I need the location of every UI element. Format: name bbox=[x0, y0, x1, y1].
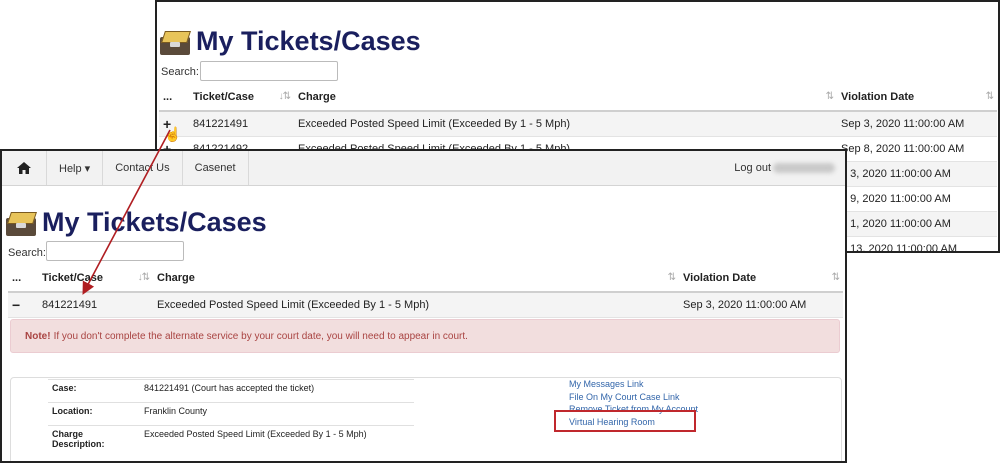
page-title: My Tickets/Cases bbox=[196, 26, 421, 56]
violation-date: Sep 3, 2020 11:00:00 AM bbox=[679, 292, 843, 318]
violation-date: p 9, 2020 11:00:00 AM bbox=[837, 186, 997, 212]
violation-date: Sep 3, 2020 11:00:00 AM bbox=[837, 111, 997, 137]
page-title-row: My Tickets/Cases bbox=[6, 207, 267, 238]
top-navbar: Help ▾ Contact Us Casenet Log out bbox=[2, 151, 845, 186]
ticket-case: 841221491 bbox=[189, 111, 294, 137]
file-box-icon bbox=[160, 29, 192, 55]
search-label: Search: bbox=[8, 247, 46, 259]
col-violation-date[interactable]: Violation Date ⇅ bbox=[837, 84, 997, 112]
ticket-case: 841221491 bbox=[38, 292, 153, 318]
violation-date: g 3, 2020 11:00:00 AM bbox=[837, 161, 997, 187]
search-input[interactable] bbox=[200, 61, 338, 81]
contact-us-link[interactable]: Contact Us bbox=[103, 151, 183, 185]
table-row: + 841221491 Exceeded Posted Speed Limit … bbox=[159, 111, 997, 137]
my-messages-link[interactable]: My Messages Link bbox=[569, 378, 698, 391]
col-charge[interactable]: Charge ⇅ bbox=[153, 265, 679, 293]
col-charge[interactable]: Charge ⇅ bbox=[294, 84, 837, 112]
home-icon bbox=[17, 162, 31, 174]
foreground-window: Help ▾ Contact Us Casenet Log out My Tic… bbox=[0, 149, 847, 463]
casenet-link[interactable]: Casenet bbox=[183, 151, 249, 185]
logout-link[interactable]: Log out bbox=[734, 162, 771, 174]
col-expand: ... bbox=[8, 265, 38, 293]
detail-label: Location: bbox=[48, 402, 140, 426]
detail-value: Exceeded Posted Speed Limit (Exceeded By… bbox=[140, 425, 414, 452]
col-violation-date[interactable]: Violation Date ⇅ bbox=[679, 265, 843, 293]
collapse-toggle-icon[interactable]: − bbox=[12, 297, 20, 313]
detail-value: 841221491 (Court has accepted the ticket… bbox=[140, 379, 414, 403]
charge: Exceeded Posted Speed Limit (Exceeded By… bbox=[294, 111, 837, 137]
detail-row: Case: 841221491 (Court has accepted the … bbox=[48, 379, 414, 403]
detail-row: Location: Franklin County bbox=[48, 402, 414, 426]
note-text: If you don't complete the alternate serv… bbox=[53, 330, 468, 342]
file-on-court-case-link[interactable]: File On My Court Case Link bbox=[569, 391, 698, 404]
home-button[interactable] bbox=[2, 151, 47, 185]
note-strong: Note! bbox=[25, 330, 51, 342]
col-expand: ... bbox=[159, 84, 189, 112]
page-title: My Tickets/Cases bbox=[42, 207, 267, 237]
logout-area: Log out bbox=[734, 151, 845, 185]
hand-cursor-icon: ☝ bbox=[164, 126, 182, 142]
highlight-box bbox=[554, 410, 696, 432]
violation-date: Sep 8, 2020 11:00:00 AM bbox=[837, 136, 997, 162]
detail-label: Case: bbox=[48, 379, 140, 403]
violation-date: p 1, 2020 11:00:00 AM bbox=[837, 211, 997, 237]
file-box-icon bbox=[6, 210, 38, 236]
detail-row: Charge Description: Exceeded Posted Spee… bbox=[48, 425, 414, 452]
help-menu[interactable]: Help ▾ bbox=[47, 151, 104, 185]
detail-label: Charge Description: bbox=[48, 425, 140, 452]
tickets-table: ... Ticket/Case ↓⇅ Charge ⇅ Violation Date… bbox=[8, 265, 843, 318]
col-ticket-case[interactable]: Ticket/Case ↓⇅ bbox=[189, 84, 294, 112]
case-details-table: Case: 841221491 (Court has accepted the … bbox=[48, 379, 414, 452]
search-label: Search: bbox=[161, 66, 199, 78]
charge: Exceeded Posted Speed Limit (Exceeded By… bbox=[153, 292, 679, 318]
violation-date: g 13, 2020 11:00:00 AM bbox=[837, 236, 997, 251]
col-ticket-case[interactable]: Ticket/Case ↓⇅ bbox=[38, 265, 153, 293]
search-input[interactable] bbox=[46, 241, 184, 261]
table-row: − 841221491 Exceeded Posted Speed Limit … bbox=[8, 292, 843, 318]
detail-value: Franklin County bbox=[140, 402, 414, 426]
alert-note: Note! If you don't complete the alternat… bbox=[10, 319, 840, 353]
page-title-row: My Tickets/Cases bbox=[160, 26, 421, 57]
user-email-redacted bbox=[773, 163, 835, 173]
